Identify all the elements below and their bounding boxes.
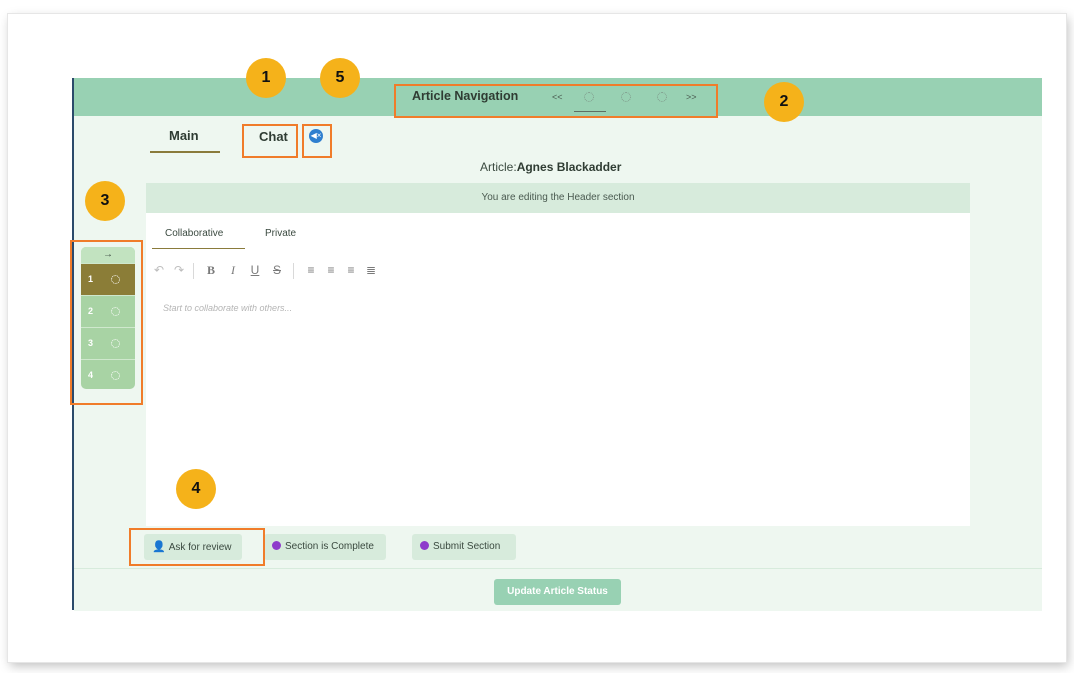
highlight-box-chat	[242, 124, 298, 158]
complete-status-icon	[272, 541, 281, 550]
toolbar-divider	[293, 263, 294, 279]
editing-section-banner: You are editing the Header section	[146, 183, 970, 213]
annotation-badge-3: 3	[85, 181, 125, 221]
tab-main-underline	[150, 151, 220, 153]
article-prefix: Article:	[480, 160, 517, 174]
article-title: Article:Agnes Blackadder	[480, 160, 621, 174]
annotation-badge-4: 4	[176, 469, 216, 509]
align-left-icon[interactable]: ≡	[304, 263, 318, 277]
strikethrough-icon[interactable]: S	[270, 263, 284, 277]
bold-icon[interactable]: B	[204, 263, 218, 278]
annotation-badge-5: 5	[320, 58, 360, 98]
align-justify-icon[interactable]: ≣	[364, 263, 378, 277]
check-circle-icon	[420, 541, 429, 550]
subtab-private[interactable]: Private	[265, 228, 296, 239]
editor-placeholder[interactable]: Start to collaborate with others...	[163, 303, 292, 313]
editor-card: You are editing the Header section Colla…	[146, 183, 970, 526]
article-name: Agnes Blackadder	[516, 160, 622, 174]
submit-section-button[interactable]: Submit Section	[412, 534, 516, 560]
highlight-box-mute	[302, 124, 332, 158]
toolbar-divider	[193, 263, 194, 279]
annotation-badge-2: 2	[764, 82, 804, 122]
update-article-status-button[interactable]: Update Article Status	[494, 579, 621, 605]
tab-main[interactable]: Main	[169, 128, 199, 143]
underline-icon[interactable]: U	[248, 263, 262, 277]
highlight-box-sections	[70, 240, 143, 405]
align-right-icon[interactable]: ≡	[344, 263, 358, 277]
italic-icon[interactable]: I	[226, 263, 240, 278]
redo-icon[interactable]: ↷	[172, 263, 186, 277]
highlight-box-navigation	[394, 84, 718, 118]
section-complete-label: Section is Complete	[285, 541, 374, 552]
subtab-active-underline	[152, 248, 245, 249]
annotation-badge-1: 1	[246, 58, 286, 98]
subtab-collaborative[interactable]: Collaborative	[165, 228, 223, 239]
undo-icon[interactable]: ↶	[152, 263, 166, 277]
highlight-box-review	[129, 528, 265, 566]
section-complete-button[interactable]: Section is Complete	[264, 534, 386, 560]
submit-section-label: Submit Section	[433, 541, 501, 552]
footer-bar: Update Article Status	[74, 568, 1042, 611]
align-center-icon[interactable]: ≡	[324, 263, 338, 277]
